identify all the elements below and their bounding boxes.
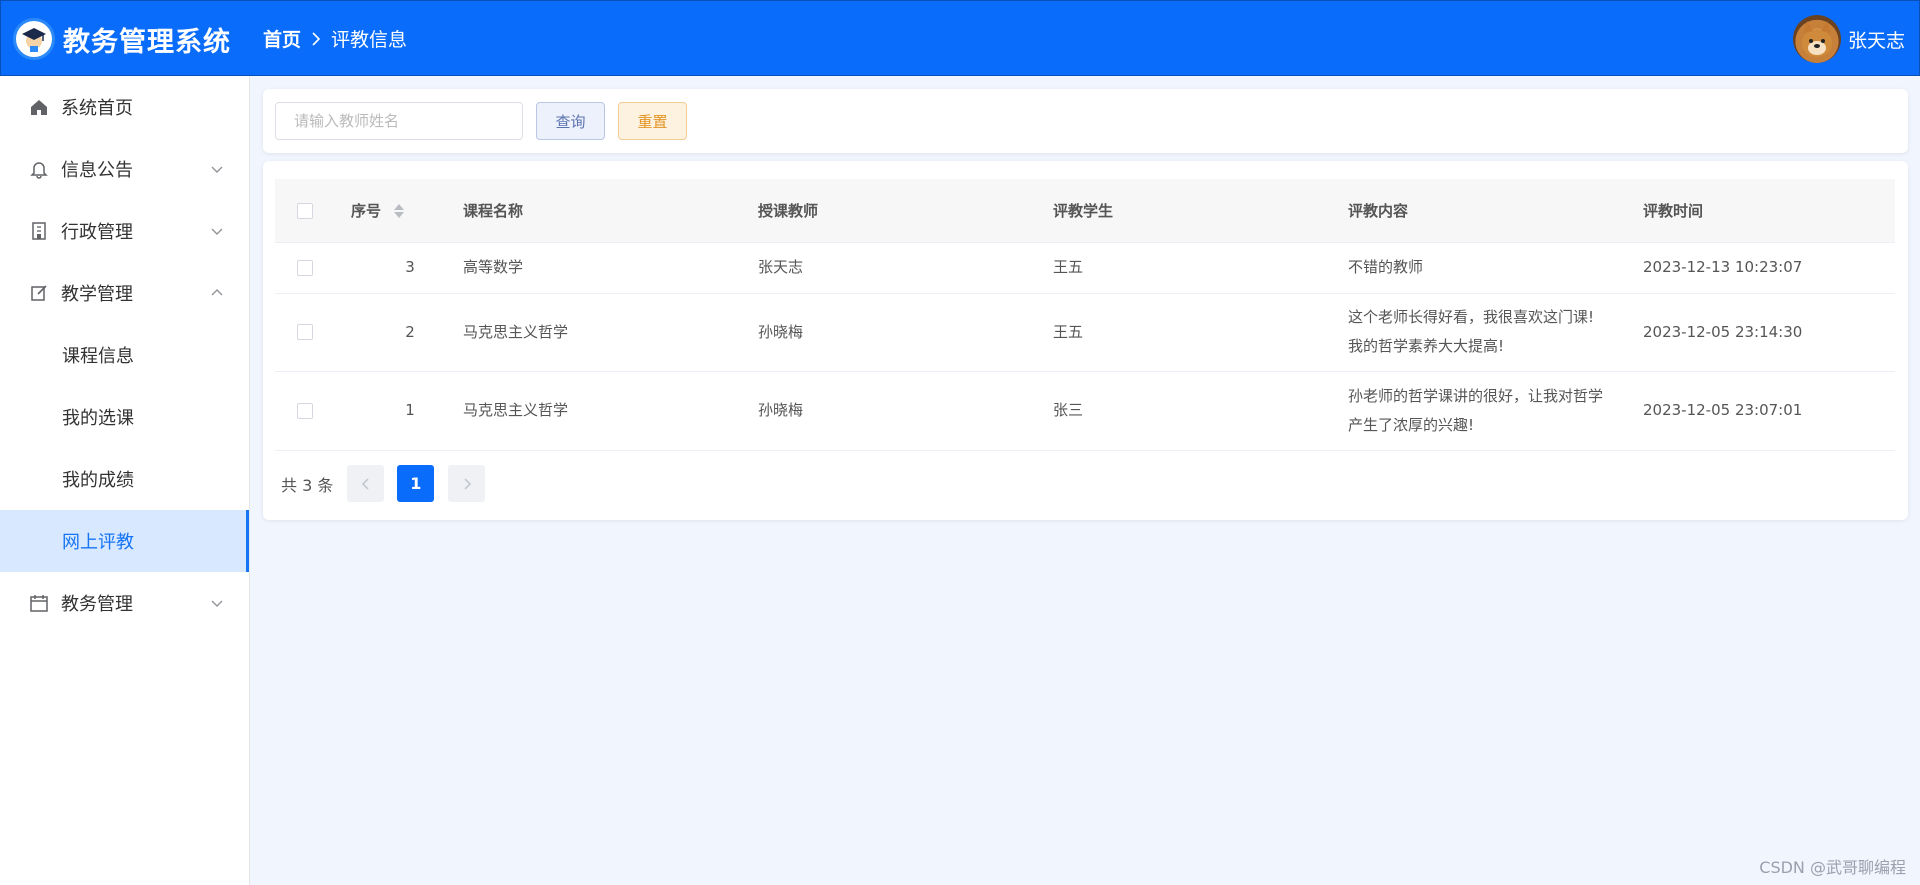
chevron-down-icon — [211, 228, 223, 235]
edit-icon — [29, 283, 49, 303]
teacher-name-search-input[interactable] — [275, 102, 523, 140]
cell-time: 2023-12-05 23:07:01 — [1642, 371, 1895, 451]
table-card: 序号 课程名称 授课教师 评教学生 评教内容 评教时间 3 高等数学 张天志 王… — [263, 161, 1908, 520]
sidebar-item-evaluation[interactable]: 网上评教 — [0, 510, 249, 572]
page-number-button[interactable]: 1 — [397, 465, 435, 502]
select-all-checkbox[interactable] — [297, 202, 313, 219]
row-select-cell — [275, 293, 335, 372]
app-title: 教务管理系统 — [63, 26, 231, 58]
cell-student: 王五 — [1052, 242, 1347, 294]
table-header-row: 序号 课程名称 授课教师 评教学生 评教内容 评教时间 — [275, 179, 1895, 243]
content-line: 孙老师的哲学课讲的很好，让我对哲学 — [1348, 386, 1604, 405]
next-page-button[interactable] — [448, 465, 486, 502]
logo-area: 教务管理系统 — [13, 18, 231, 60]
sidebar-item-home[interactable]: 系统首页 — [0, 76, 249, 138]
sidebar-item-label: 教务管理 — [61, 594, 133, 615]
content-line: 不错的教师 — [1348, 258, 1424, 276]
sidebar-item-label: 教学管理 — [61, 284, 133, 305]
select-all-cell — [275, 179, 335, 243]
cell-course: 马克思主义哲学 — [462, 371, 757, 451]
col-header-time: 评教时间 — [1642, 179, 1895, 243]
chevron-right-icon — [464, 477, 471, 490]
breadcrumb: 首页 评教信息 — [263, 25, 407, 52]
col-header-student: 评教学生 — [1052, 179, 1347, 243]
sort-icon[interactable] — [394, 204, 405, 219]
chevron-left-icon — [361, 477, 369, 490]
breadcrumb-current: 评教信息 — [331, 29, 408, 51]
table-row[interactable]: 3 高等数学 张天志 王五 不错的教师 2023-12-13 10:23:07 — [275, 242, 1895, 294]
pagination: 共 3 条 1 — [281, 465, 486, 502]
sidebar-item-teaching[interactable]: 教学管理 — [0, 262, 249, 324]
sidebar-item-label: 网上评教 — [62, 532, 134, 553]
breadcrumb-home[interactable]: 首页 — [263, 25, 301, 52]
cell-teacher: 张天志 — [757, 242, 1052, 294]
cell-student: 张三 — [1052, 371, 1347, 451]
col-header-label: 序号 — [351, 201, 382, 220]
reset-button[interactable]: 重置 — [618, 102, 687, 140]
home-icon — [29, 97, 49, 117]
calendar-icon — [29, 593, 49, 613]
col-header-content: 评教内容 — [1347, 179, 1642, 243]
total-count: 共 3 条 — [281, 475, 334, 495]
sidebar: 系统首页 信息公告 行政管理 教学管理 课程信息 我的选课 我的成绩 网上评教 — [0, 76, 250, 885]
avatar[interactable] — [1792, 15, 1841, 63]
prev-page-button[interactable] — [347, 465, 385, 502]
chevron-up-icon — [211, 289, 223, 296]
sidebar-item-label: 我的成绩 — [62, 470, 134, 491]
cell-course: 高等数学 — [462, 242, 757, 294]
cell-time: 2023-12-13 10:23:07 — [1642, 242, 1895, 294]
sidebar-item-label: 行政管理 — [61, 222, 133, 243]
row-checkbox[interactable] — [297, 402, 313, 419]
row-select-cell — [275, 371, 335, 451]
bell-icon — [29, 159, 49, 179]
graduation-cap-logo-icon — [13, 18, 55, 60]
building-icon — [29, 221, 49, 241]
watermark: CSDN @武哥聊编程 — [1759, 858, 1906, 877]
cell-content: 这个老师长得好看，我很喜欢这门课! 我的哲学素养大大提高! — [1347, 293, 1642, 372]
cell-student: 王五 — [1052, 293, 1347, 372]
top-header: 教务管理系统 首页 评教信息 张天志 — [0, 0, 1920, 76]
sidebar-item-label: 课程信息 — [62, 346, 134, 367]
cell-course: 马克思主义哲学 — [462, 293, 757, 372]
query-button[interactable]: 查询 — [536, 102, 605, 140]
cell-id: 3 — [335, 242, 462, 294]
sidebar-item-label: 我的选课 — [62, 408, 134, 429]
row-checkbox[interactable] — [297, 324, 313, 340]
content-line: 产生了浓厚的兴趣! — [1348, 415, 1475, 434]
table-row[interactable]: 1 马克思主义哲学 孙晓梅 张三 孙老师的哲学课讲的很好，让我对哲学 产生了浓厚… — [275, 371, 1895, 451]
sidebar-item-my-grades[interactable]: 我的成绩 — [0, 448, 249, 510]
cell-teacher: 孙晓梅 — [757, 293, 1052, 372]
cell-time: 2023-12-05 23:14:30 — [1642, 293, 1895, 372]
search-bar: 查询 重置 — [263, 89, 1908, 153]
evaluation-table: 序号 课程名称 授课教师 评教学生 评教内容 评教时间 3 高等数学 张天志 王… — [275, 179, 1895, 451]
chevron-down-icon — [211, 166, 223, 173]
chevron-right-icon — [311, 31, 321, 46]
sidebar-item-admin[interactable]: 行政管理 — [0, 200, 249, 262]
sidebar-item-label: 系统首页 — [61, 98, 133, 119]
row-checkbox[interactable] — [297, 259, 313, 276]
cell-content: 孙老师的哲学课讲的很好，让我对哲学 产生了浓厚的兴趣! — [1347, 371, 1642, 451]
table-row[interactable]: 2 马克思主义哲学 孙晓梅 王五 这个老师长得好看，我很喜欢这门课! 我的哲学素… — [275, 293, 1895, 372]
content-line: 我的哲学素养大大提高! — [1348, 337, 1505, 355]
user-name[interactable]: 张天志 — [1848, 26, 1905, 53]
col-header-course: 课程名称 — [462, 179, 757, 243]
cell-content: 不错的教师 — [1347, 242, 1642, 294]
content-line: 这个老师长得好看，我很喜欢这门课! — [1348, 308, 1595, 326]
cell-teacher: 孙晓梅 — [757, 371, 1052, 451]
cell-id: 2 — [335, 293, 462, 372]
sidebar-item-label: 信息公告 — [61, 160, 133, 181]
sidebar-item-announcements[interactable]: 信息公告 — [0, 138, 249, 200]
cell-id: 1 — [335, 371, 462, 451]
sidebar-item-my-selection[interactable]: 我的选课 — [0, 386, 249, 448]
sidebar-item-courses[interactable]: 课程信息 — [0, 324, 249, 386]
sidebar-item-affairs[interactable]: 教务管理 — [0, 572, 249, 634]
chevron-down-icon — [211, 600, 223, 607]
col-header-id[interactable]: 序号 — [335, 179, 462, 243]
col-header-teacher: 授课教师 — [757, 179, 1052, 243]
row-select-cell — [275, 242, 335, 294]
user-menu[interactable]: 张天志 — [1792, 15, 1905, 63]
